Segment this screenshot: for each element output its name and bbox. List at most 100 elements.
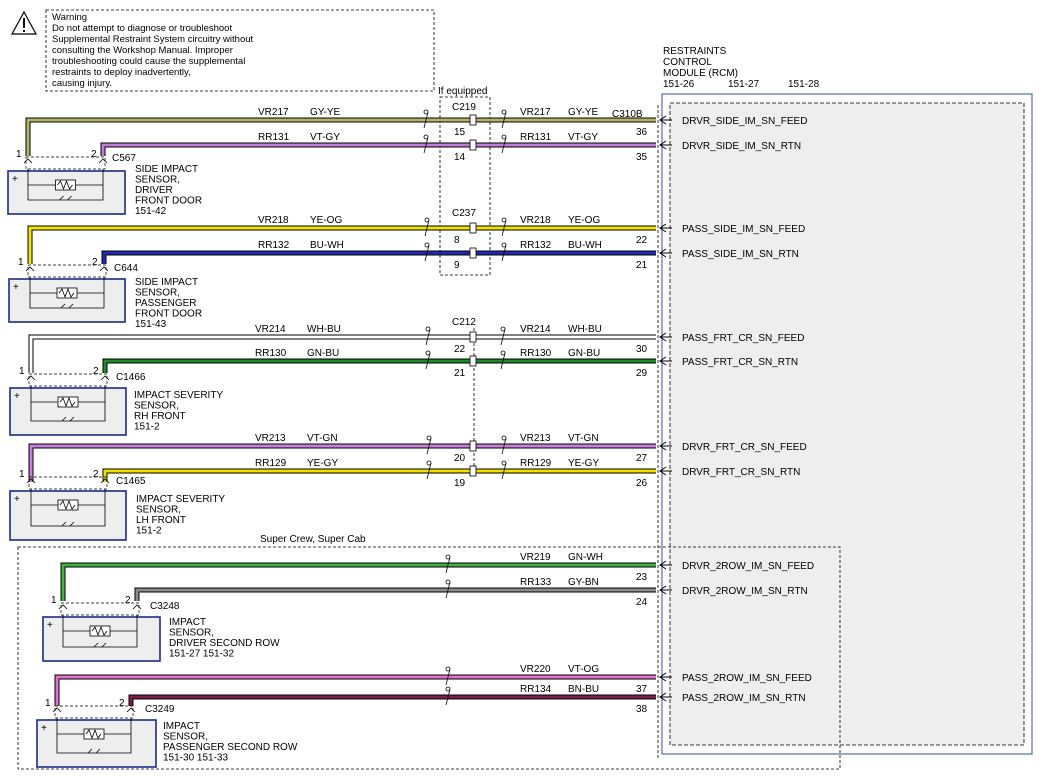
- sensor-c644: +1 2 C644 SIDE IMPACTSENSOR,PASSENGERFRONT …: [8, 257, 202, 330]
- rcm-signal-label: PASS_FRT_CR_SN_FEED: [682, 333, 804, 344]
- svg-text:If equipped: If equipped: [438, 86, 488, 97]
- svg-text:Warning: Warning: [52, 12, 87, 23]
- rcm-pin-number: 30: [636, 344, 648, 355]
- sensor-pin-number: 1: [19, 469, 25, 480]
- sensor-label-line: SENSOR,: [134, 401, 179, 412]
- sensor-body: [9, 387, 127, 436]
- warning-line: Do not attempt to diagnose or troublesho…: [52, 23, 232, 34]
- wire-color-label: VT-OG: [568, 664, 599, 675]
- rcm-ref: 151-27: [728, 79, 760, 90]
- sensor-label-line: FRONT DOOR: [135, 196, 202, 207]
- inline-pin-marker: [469, 465, 477, 477]
- wire-outline: [102, 468, 656, 482]
- wire-circuit-label: RR132: [258, 240, 290, 251]
- warning-line: causing injury.: [52, 78, 112, 89]
- sensor-connector-label: C3248: [150, 601, 180, 612]
- wire-color-label: YE-OG: [310, 215, 342, 226]
- sensor-c3248: +1 2 C3248 IMPACTSENSOR,DRIVER SECOND ROW15…: [42, 595, 280, 662]
- wire-circuit-label: RR129: [255, 458, 287, 469]
- inline-pin-number: 8: [454, 235, 460, 246]
- sensor-connector-label: C3249: [145, 704, 175, 715]
- pin-chevron: [58, 604, 68, 610]
- wire-color-label: GN-BU: [307, 348, 339, 359]
- inline-pin-marker: [469, 331, 477, 343]
- pin-chevron: [25, 266, 35, 272]
- wire-core: [129, 695, 656, 706]
- wire-circuit-label: RR131: [258, 132, 290, 143]
- sensor-connector-label: C567: [112, 153, 136, 164]
- wire-circuit-label: RR133: [520, 577, 552, 588]
- sensor-polarity: +: [14, 494, 20, 505]
- sensor-label-line: LH FRONT: [136, 515, 186, 526]
- rcm-signal-label: DRVR_SIDE_IM_SN_RTN: [682, 141, 801, 152]
- rcm-signal-label: DRVR_FRT_CR_SN_FEED: [682, 442, 807, 453]
- sensor-label-line: DRIVER: [135, 185, 173, 196]
- inline-pin-number: 9: [454, 260, 460, 271]
- sensor-label-line: 151-27 151-32: [169, 649, 234, 660]
- wire-circuit-label: RR130: [520, 348, 552, 359]
- wire-outline: [25, 117, 656, 156]
- wire-circuit-label: VR218: [520, 215, 551, 226]
- sensor-label-line: SENSOR,: [135, 288, 180, 299]
- warning-line: Warning: [52, 12, 87, 23]
- wiring-diagram: Warning Do not attempt to diagnose or tr…: [0, 0, 1042, 779]
- inline-pin-marker: [469, 440, 477, 452]
- wire-outline: [101, 250, 656, 264]
- sensor-pin-number: 1: [16, 149, 22, 160]
- sensor-body: [7, 170, 126, 215]
- sensor-label-line: SIDE IMPACT: [135, 164, 198, 175]
- pin-chevron: [99, 266, 109, 272]
- rcm-ref: 151-28: [788, 79, 820, 90]
- wire-color-label: GN-WH: [568, 552, 603, 563]
- sensor-label-line: SENSOR,: [135, 175, 180, 186]
- pin-chevron: [52, 707, 62, 713]
- wire-color-label: YE-GY: [568, 458, 599, 469]
- rcm-signal-label: PASS_SIDE_IM_SN_RTN: [682, 249, 799, 260]
- rcm-signal-label: DRVR_FRT_CR_SN_RTN: [682, 467, 800, 478]
- rcm-pin-number: 38: [636, 704, 648, 715]
- inline-connector-label: C212: [452, 317, 476, 328]
- wire-circuit-label: VR217: [520, 107, 551, 118]
- wire-core: [55, 675, 656, 706]
- wire-circuit-label: RR134: [520, 684, 552, 695]
- wire-circuit-label: RR132: [520, 240, 552, 251]
- inline-pin-number: 14: [454, 152, 466, 163]
- sensor-body: [36, 719, 157, 768]
- sensor-c1465: +1 2 C1465 IMPACT SEVERITYSENSOR,LH FRONT15…: [9, 469, 225, 541]
- sensor-label-line: IMPACT: [163, 721, 200, 732]
- svg-text:restraints to deploy inadverte: restraints to deploy inadvertently,: [52, 67, 191, 78]
- wire-circuit-label: VR213: [520, 433, 551, 444]
- sensor-body: [42, 616, 161, 662]
- rcm-signal-label: DRVR_SIDE_IM_SN_FEED: [682, 116, 807, 127]
- rcm-signal-label: PASS_SIDE_IM_SN_FEED: [682, 224, 805, 235]
- sensor-pin-number: 1: [19, 366, 25, 377]
- svg-text:C219: C219: [452, 102, 476, 113]
- wire-color-label: VT-GY: [310, 132, 340, 143]
- wire-color-label: GY-YE: [310, 107, 341, 118]
- wire-circuit-label: VR219: [520, 552, 551, 563]
- warning-line: Supplemental Restraint System circuitry …: [52, 34, 254, 45]
- rcm-pin-number: 21: [636, 260, 648, 271]
- inline-pin-marker: [469, 222, 477, 234]
- rcm-pin-number: 26: [636, 478, 648, 489]
- wire-core: [26, 118, 656, 156]
- sensor-polarity: +: [13, 282, 19, 293]
- sensor-pin-number: 1: [51, 595, 57, 606]
- sensor-label-line: 151-2: [134, 422, 160, 433]
- warning-line: restraints to deploy inadvertently,: [52, 67, 191, 78]
- inline-pin-number: 21: [454, 368, 466, 379]
- sensor-c3249: +1 2 C3249 IMPACTSENSOR,PASSENGER SECOND RO…: [36, 698, 298, 768]
- sensor-polarity: +: [12, 174, 18, 185]
- wire-circuit-label: VR220: [520, 664, 551, 675]
- wire-color-label: VT-GY: [568, 132, 598, 143]
- wire-circuit-label: VR213: [255, 433, 286, 444]
- svg-text:151-27: 151-27: [728, 79, 760, 90]
- wire-circuit-label: VR218: [258, 215, 289, 226]
- rcm-title-line: MODULE (RCM): [663, 68, 738, 79]
- inline-connector-label: C237: [452, 208, 476, 219]
- rcm-signal-label: DRVR_2ROW_IM_SN_FEED: [682, 561, 814, 572]
- sensor-polarity: +: [14, 391, 20, 402]
- wire-color-label: GY-BN: [568, 577, 599, 588]
- rcm-pin-number: 37: [636, 684, 648, 695]
- wire-outline: [28, 334, 656, 373]
